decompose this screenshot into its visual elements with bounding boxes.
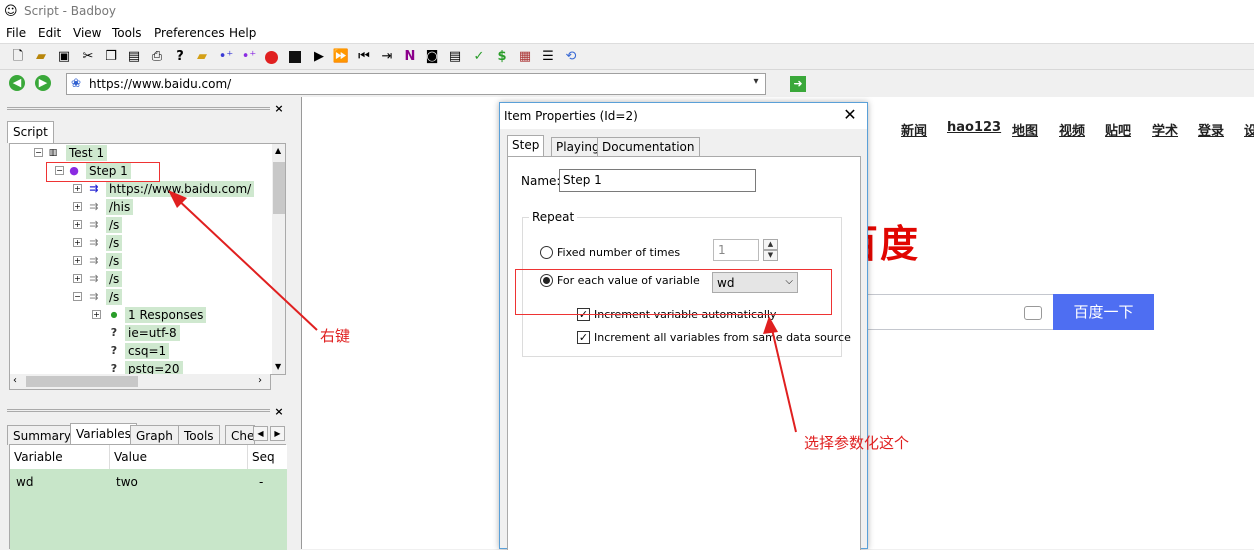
annotation-arrowhead xyxy=(763,316,778,334)
annotation-arrows xyxy=(168,190,797,433)
annotation-select-param: 选择参数化这个 xyxy=(804,434,910,452)
annotation-arrow-right-click xyxy=(174,196,318,331)
annotation-arrow-select xyxy=(770,324,797,433)
annotation-right-click: 右键 xyxy=(320,327,351,345)
